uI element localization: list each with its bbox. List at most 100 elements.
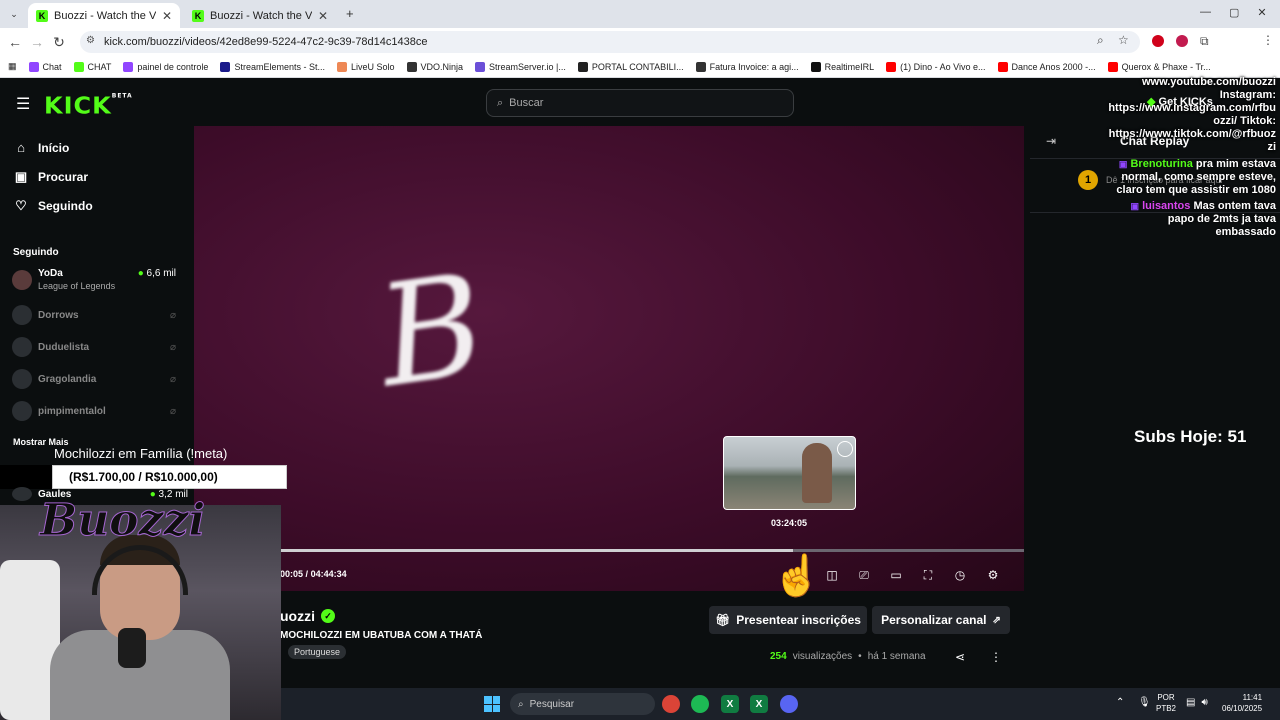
bookmark[interactable]: painel de controle — [117, 61, 214, 72]
nav-label: Procurar — [38, 170, 89, 184]
bookmark[interactable]: StreamServer.io |... — [469, 61, 572, 72]
close-tab-icon[interactable]: ✕ — [162, 9, 172, 23]
bookmark[interactable]: LiveU Solo — [331, 61, 401, 72]
playback-speed-icon[interactable]: ◷ — [952, 568, 968, 582]
lang-line: POR — [1157, 693, 1175, 702]
chat-messages: ▣ Brenoturina pra mim estava normal, com… — [1110, 158, 1276, 239]
current-time: 00:05 — [280, 569, 304, 579]
bookmark[interactable]: CHAT — [68, 61, 118, 72]
miniplayer-icon[interactable]: ◫ — [824, 568, 840, 582]
microphone-tray-icon[interactable]: 🎙︎ — [1138, 697, 1151, 708]
bookmark[interactable]: Dance Anos 2000 -... — [992, 61, 1102, 72]
theater-mode-icon[interactable]: ▭ — [888, 568, 904, 582]
new-tab-icon[interactable]: + — [346, 6, 354, 21]
following-item-dorrows[interactable]: Dorrows ⌀ — [12, 305, 176, 325]
input-language[interactable]: POR PTB2 — [1156, 692, 1176, 714]
duration: 04:44:34 — [310, 569, 347, 579]
reload-icon[interactable]: ↻ — [48, 31, 70, 53]
url-text[interactable]: kick.com/buozzi/videos/42ed8e99-5224-47c… — [104, 33, 428, 51]
minimize-icon[interactable]: — — [1200, 6, 1211, 19]
external-link-icon: ⇗ — [992, 614, 1001, 626]
extension-icon[interactable] — [1176, 35, 1188, 47]
bookmark-label: RealtimeIRL — [824, 61, 875, 72]
chrome-icon[interactable] — [662, 695, 680, 713]
nav-label: Início — [38, 140, 70, 155]
more-options-icon[interactable]: ⋮ — [990, 650, 1002, 664]
sidebar-item-inicio[interactable]: ⌂ Início — [14, 140, 69, 155]
gift-button-label: Presentear inscrições — [736, 613, 861, 627]
customize-channel-button[interactable]: Personalizar canal ⇗ — [872, 606, 1010, 634]
bookmark[interactable]: VDO.Ninja — [401, 61, 470, 72]
tray-chevron-icon[interactable]: ⌃ — [1116, 697, 1124, 708]
tray-icons[interactable]: ▤ 🔊︎ — [1186, 697, 1208, 708]
excel-icon[interactable]: X — [721, 695, 739, 713]
taskbar-clock[interactable]: 11:41 06/10/2025 — [1222, 692, 1262, 714]
bookmark-favicon-icon — [810, 61, 821, 72]
apps-grid-icon[interactable]: ▦ — [0, 61, 23, 72]
channel-name: Gragolandia — [38, 373, 97, 385]
gift-subs-button[interactable]: 🎁︎ Presentear inscrições — [709, 606, 867, 634]
share-icon[interactable]: ⋖ — [955, 650, 965, 664]
windows-start-icon[interactable] — [484, 696, 500, 712]
close-tab-icon[interactable]: ✕ — [318, 9, 328, 23]
search-input[interactable]: ⌕ Buscar — [486, 89, 794, 117]
bookmark-label: StreamElements - St... — [234, 61, 325, 72]
chat-username[interactable]: luisantos — [1142, 200, 1190, 212]
bookmark-label: VDO.Ninja — [420, 61, 464, 72]
bookmark[interactable]: PORTAL CONTABILI... — [572, 61, 690, 72]
zoom-icon[interactable]: ⌕ — [1097, 33, 1104, 48]
bookmark[interactable]: StreamElements - St... — [214, 61, 331, 72]
bookmark[interactable]: Fatura Invoice: a agi... — [690, 61, 805, 72]
chat-message: ▣ Brenoturina pra mim estava normal, com… — [1110, 158, 1276, 197]
chat-username[interactable]: Brenoturina — [1130, 158, 1192, 170]
hamburger-menu-icon[interactable]: ☰ — [16, 94, 30, 114]
taskbar-search-placeholder: Pesquisar — [529, 698, 575, 710]
excel-icon[interactable]: X — [750, 695, 768, 713]
discord-icon[interactable] — [780, 695, 798, 713]
kick-logo[interactable]: KICKBETA — [44, 93, 133, 120]
bookmark-star-icon[interactable]: ☆ — [1118, 33, 1129, 47]
settings-gear-icon[interactable]: ⚙ — [985, 568, 1001, 582]
language-tag[interactable]: Portuguese — [288, 645, 347, 659]
get-kicks-button[interactable]: ◆ Get KICKs — [1147, 95, 1213, 108]
following-item-yoda[interactable]: YoDa League of Legends ● 6,6 mil — [12, 268, 176, 292]
forward-icon[interactable]: → — [26, 31, 48, 53]
following-item-duduelista[interactable]: Duduelista ⌀ — [12, 337, 176, 357]
collapse-chat-icon[interactable]: ⇥ — [1046, 134, 1056, 148]
bookmark[interactable]: RealtimeIRL — [805, 61, 881, 72]
spotify-icon[interactable] — [691, 695, 709, 713]
kicks-icon: ◆ — [1147, 96, 1156, 108]
extension-icon[interactable] — [1152, 35, 1164, 47]
clock-date: 06/10/2025 — [1222, 704, 1263, 713]
browse-icon: ▣ — [14, 169, 28, 184]
bookmark[interactable]: Chat — [23, 61, 68, 72]
time-separator: / — [305, 569, 309, 579]
channel-title[interactable]: uozzi ✓ — [280, 608, 335, 624]
viewer-count-text: 6,6 mil — [146, 268, 176, 279]
avatar — [12, 305, 32, 325]
back-icon[interactable]: ← — [4, 31, 26, 53]
sidebar-item-procurar[interactable]: ▣ Procurar — [14, 169, 88, 185]
bookmark[interactable]: Querox & Phaxe - Tr... — [1102, 61, 1217, 72]
bookmark[interactable]: (1) Dino - Ao Vivo e... — [880, 61, 991, 72]
logo-text: KICK — [44, 92, 112, 120]
following-item-gragolandia[interactable]: Gragolandia ⌀ — [12, 369, 176, 389]
goal-bar-left — [0, 465, 52, 489]
subs-today-counter: Subs Hoje: 51 — [1134, 427, 1247, 446]
browser-tab-active[interactable]: K Buozzi - Watch the VOD on Kic ✕ — [28, 3, 180, 28]
menu-icon[interactable]: ⋮ — [1262, 33, 1274, 47]
extensions-puzzle-icon[interactable]: ⧉ — [1200, 34, 1209, 49]
fullscreen-icon[interactable]: ⛶ — [920, 568, 936, 582]
browser-tab[interactable]: K Buozzi - Watch the VOD on Kic ✕ — [184, 3, 336, 28]
clip-icon[interactable]: ⎚ — [856, 568, 872, 582]
gift-leaderboard-badge[interactable]: 1 — [1078, 170, 1098, 190]
taskbar-search[interactable]: ⌕ Pesquisar — [510, 693, 655, 715]
video-title: MOCHILOZZI EM UBATUBA COM A THATÁ — [280, 630, 483, 641]
site-info-icon[interactable]: ⚙ — [86, 35, 95, 46]
tab-list-icon[interactable]: ⌄ — [6, 6, 22, 22]
following-item-pimpimentalol[interactable]: pimpimentalol ⌀ — [12, 401, 176, 421]
close-window-icon[interactable]: ✕ — [1257, 6, 1266, 19]
preview-person — [802, 443, 832, 503]
maximize-icon[interactable]: ▢ — [1229, 6, 1239, 19]
sidebar-item-seguindo[interactable]: ♡ Seguindo — [14, 198, 93, 214]
